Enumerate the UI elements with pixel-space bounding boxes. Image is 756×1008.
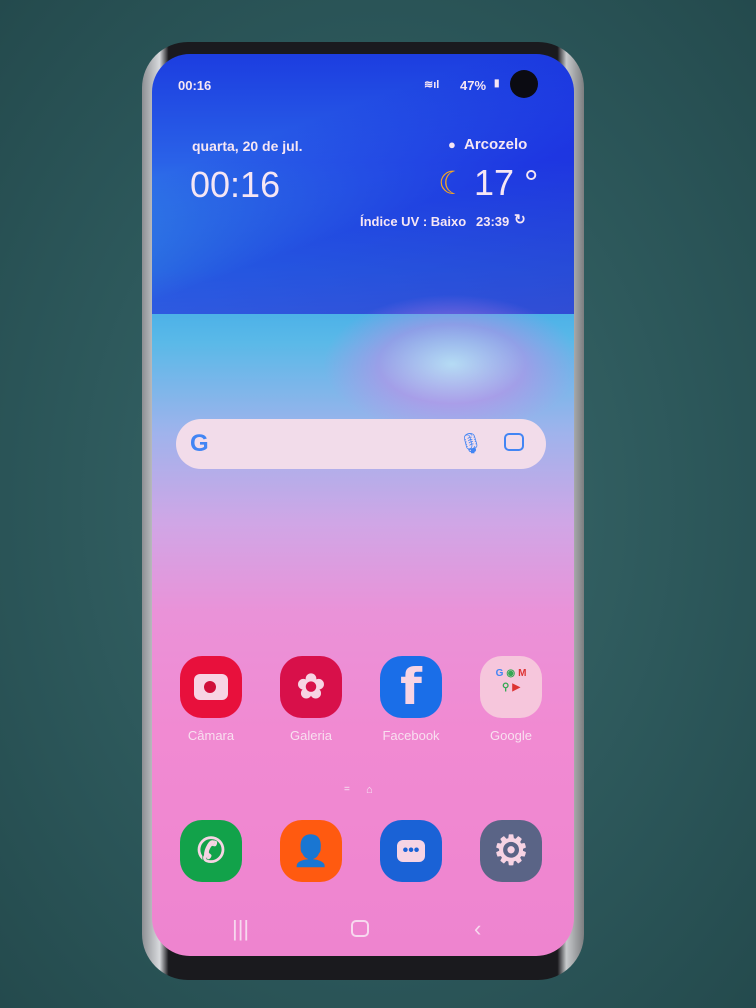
app-gallery[interactable]: ✿ Galeria [271,656,351,743]
google-search-bar[interactable]: G 🎙 [176,419,546,469]
widget-date[interactable]: quarta, 20 de jul. [192,138,302,154]
mic-icon[interactable]: 🎙 [458,431,483,456]
battery-icon: ▮ [494,78,500,89]
app-label: Câmara [187,728,235,743]
wallpaper-swirl [322,294,574,434]
weather-location[interactable]: Arcozelo [464,136,527,153]
facebook-icon: f [380,656,442,718]
location-pin-icon: ● [448,137,456,152]
weather-temperature[interactable]: 17 ° [474,162,538,204]
app-label: Google [490,728,532,743]
dock-contacts[interactable]: 👤 [271,820,351,882]
app-camera[interactable]: Câmara [171,656,251,743]
app-label: Facebook [382,728,440,743]
status-time: 00:16 [178,78,212,93]
dock-messages[interactable]: ••• [371,820,451,882]
moon-icon: ☾ [438,165,467,201]
flower-icon: ✿ [280,656,342,718]
folder-icon: G ◉ M ⚲ ▶ [480,656,542,718]
home-screen: 00:16 ≋ıl 47% ▮ quarta, 20 de jul. 00:16… [152,54,574,956]
messages-icon: ••• [380,820,442,882]
home-button-icon[interactable] [351,920,369,937]
app-label: Galeria [290,728,332,743]
uv-index: Índice UV : Baixo [360,214,467,229]
front-camera [510,70,538,98]
gear-icon: ⚙ [480,820,542,882]
lens-icon[interactable] [504,433,524,451]
dock-phone[interactable]: ✆ [171,820,251,882]
back-icon[interactable]: ‹ [474,916,481,942]
weather-updated-time: 23:39 [476,214,510,229]
widget-clock[interactable]: 00:16 [190,164,280,206]
app-google-folder[interactable]: G ◉ M ⚲ ▶ Google [471,656,551,743]
app-facebook[interactable]: f Facebook [371,656,451,743]
wifi-icon: ≋ıl [424,79,440,91]
contacts-icon: 👤 [280,820,342,882]
page-indicator-feed-icon[interactable]: = [344,784,350,795]
google-icon: G [190,430,209,457]
refresh-icon[interactable]: ↻ [514,211,526,228]
battery-level: 47% [460,78,487,93]
camera-icon [180,656,242,718]
phone-icon: ✆ [180,820,242,882]
page-indicator-home-icon[interactable]: ⌂ [366,784,373,796]
dock-settings[interactable]: ⚙ [471,820,551,882]
recent-apps-icon[interactable]: ||| [232,916,249,942]
